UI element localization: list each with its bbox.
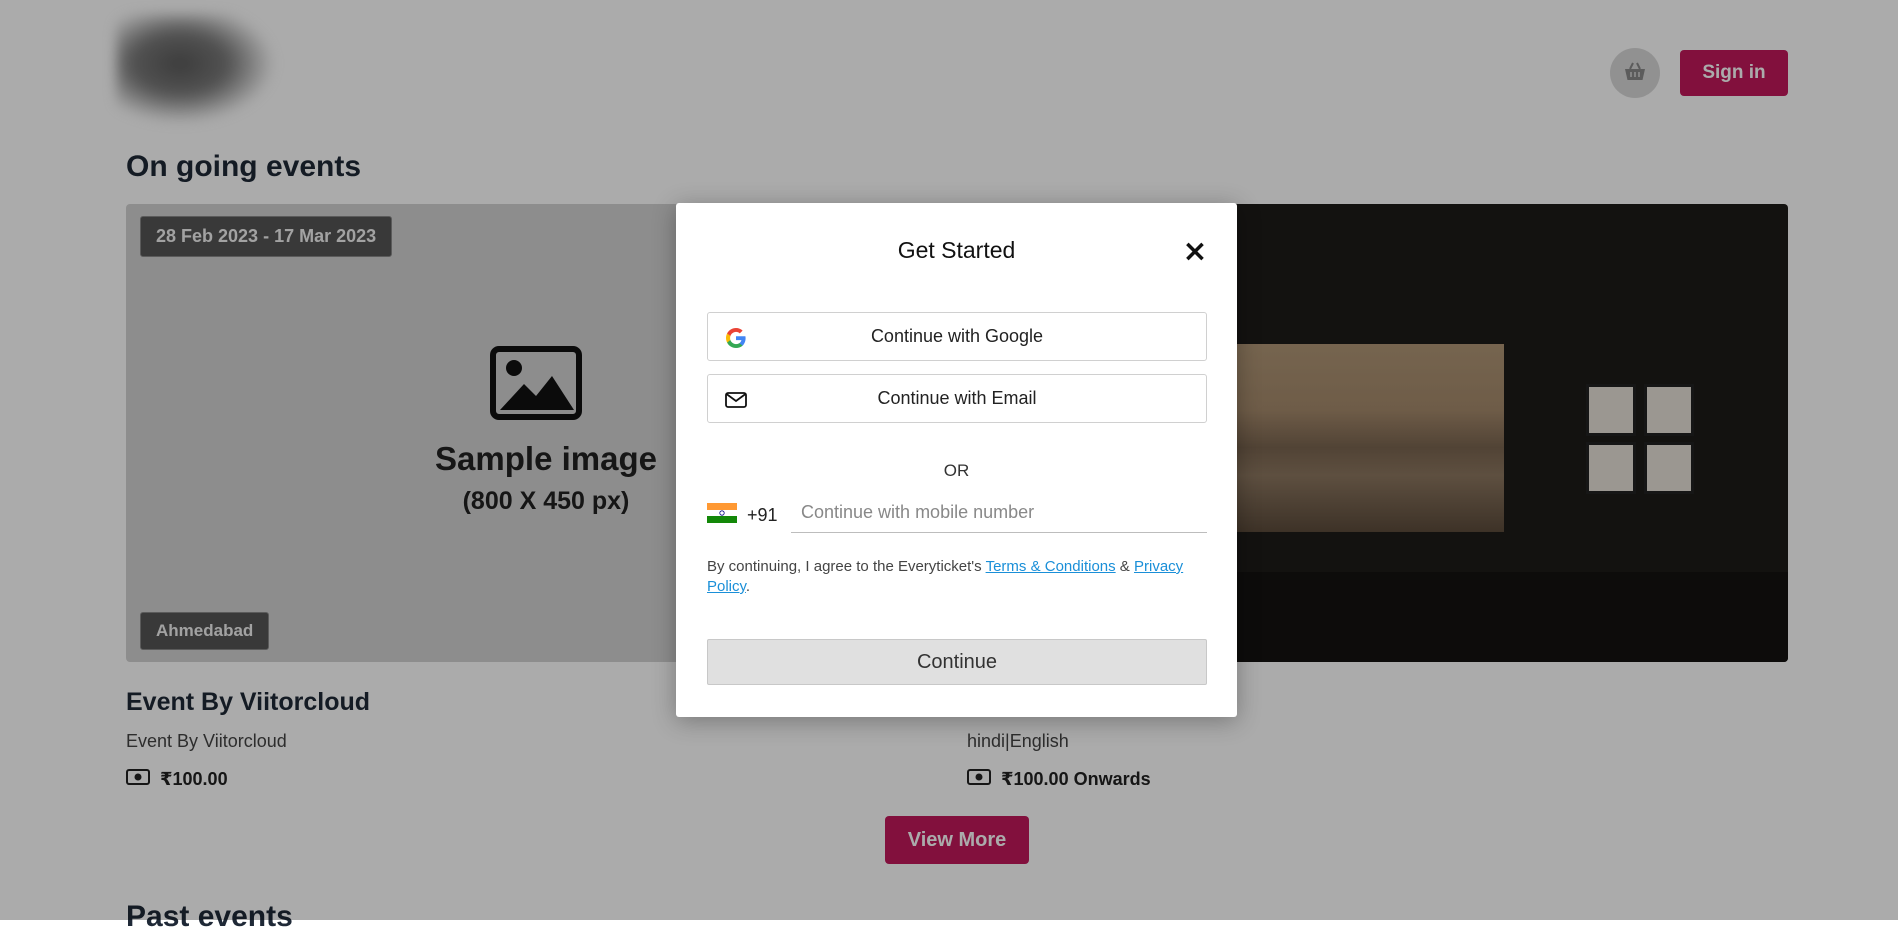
close-icon: × [1182, 234, 1208, 269]
mobile-number-input[interactable] [791, 493, 1207, 533]
terms-and: & [1115, 558, 1134, 575]
terms-link[interactable]: Terms & Conditions [986, 558, 1116, 575]
terms-suffix: . [745, 578, 751, 595]
mail-icon [724, 388, 748, 412]
continue-button[interactable]: Continue [707, 639, 1207, 685]
email-button-label: Continue with Email [877, 388, 1037, 408]
or-divider: OR [943, 461, 970, 480]
india-flag-icon[interactable] [707, 503, 737, 523]
phone-row: +91 [707, 491, 1207, 539]
close-button[interactable]: × [1180, 237, 1210, 267]
continue-with-google-button[interactable]: Continue with Google [707, 312, 1207, 361]
terms-prefix: By continuing, I agree to the Everyticke… [707, 558, 986, 575]
google-icon [724, 326, 748, 350]
terms-text: By continuing, I agree to the Everyticke… [707, 557, 1207, 597]
modal-title: Get Started [897, 237, 1016, 263]
page: Sign in On going events 28 Feb 2023 - 17… [0, 0, 1898, 933]
google-button-label: Continue with Google [870, 326, 1044, 346]
country-code[interactable]: +91 [747, 505, 778, 526]
continue-with-email-button[interactable]: Continue with Email [707, 374, 1207, 423]
get-started-modal: Get Started × Continue with Google Conti… [676, 203, 1237, 717]
